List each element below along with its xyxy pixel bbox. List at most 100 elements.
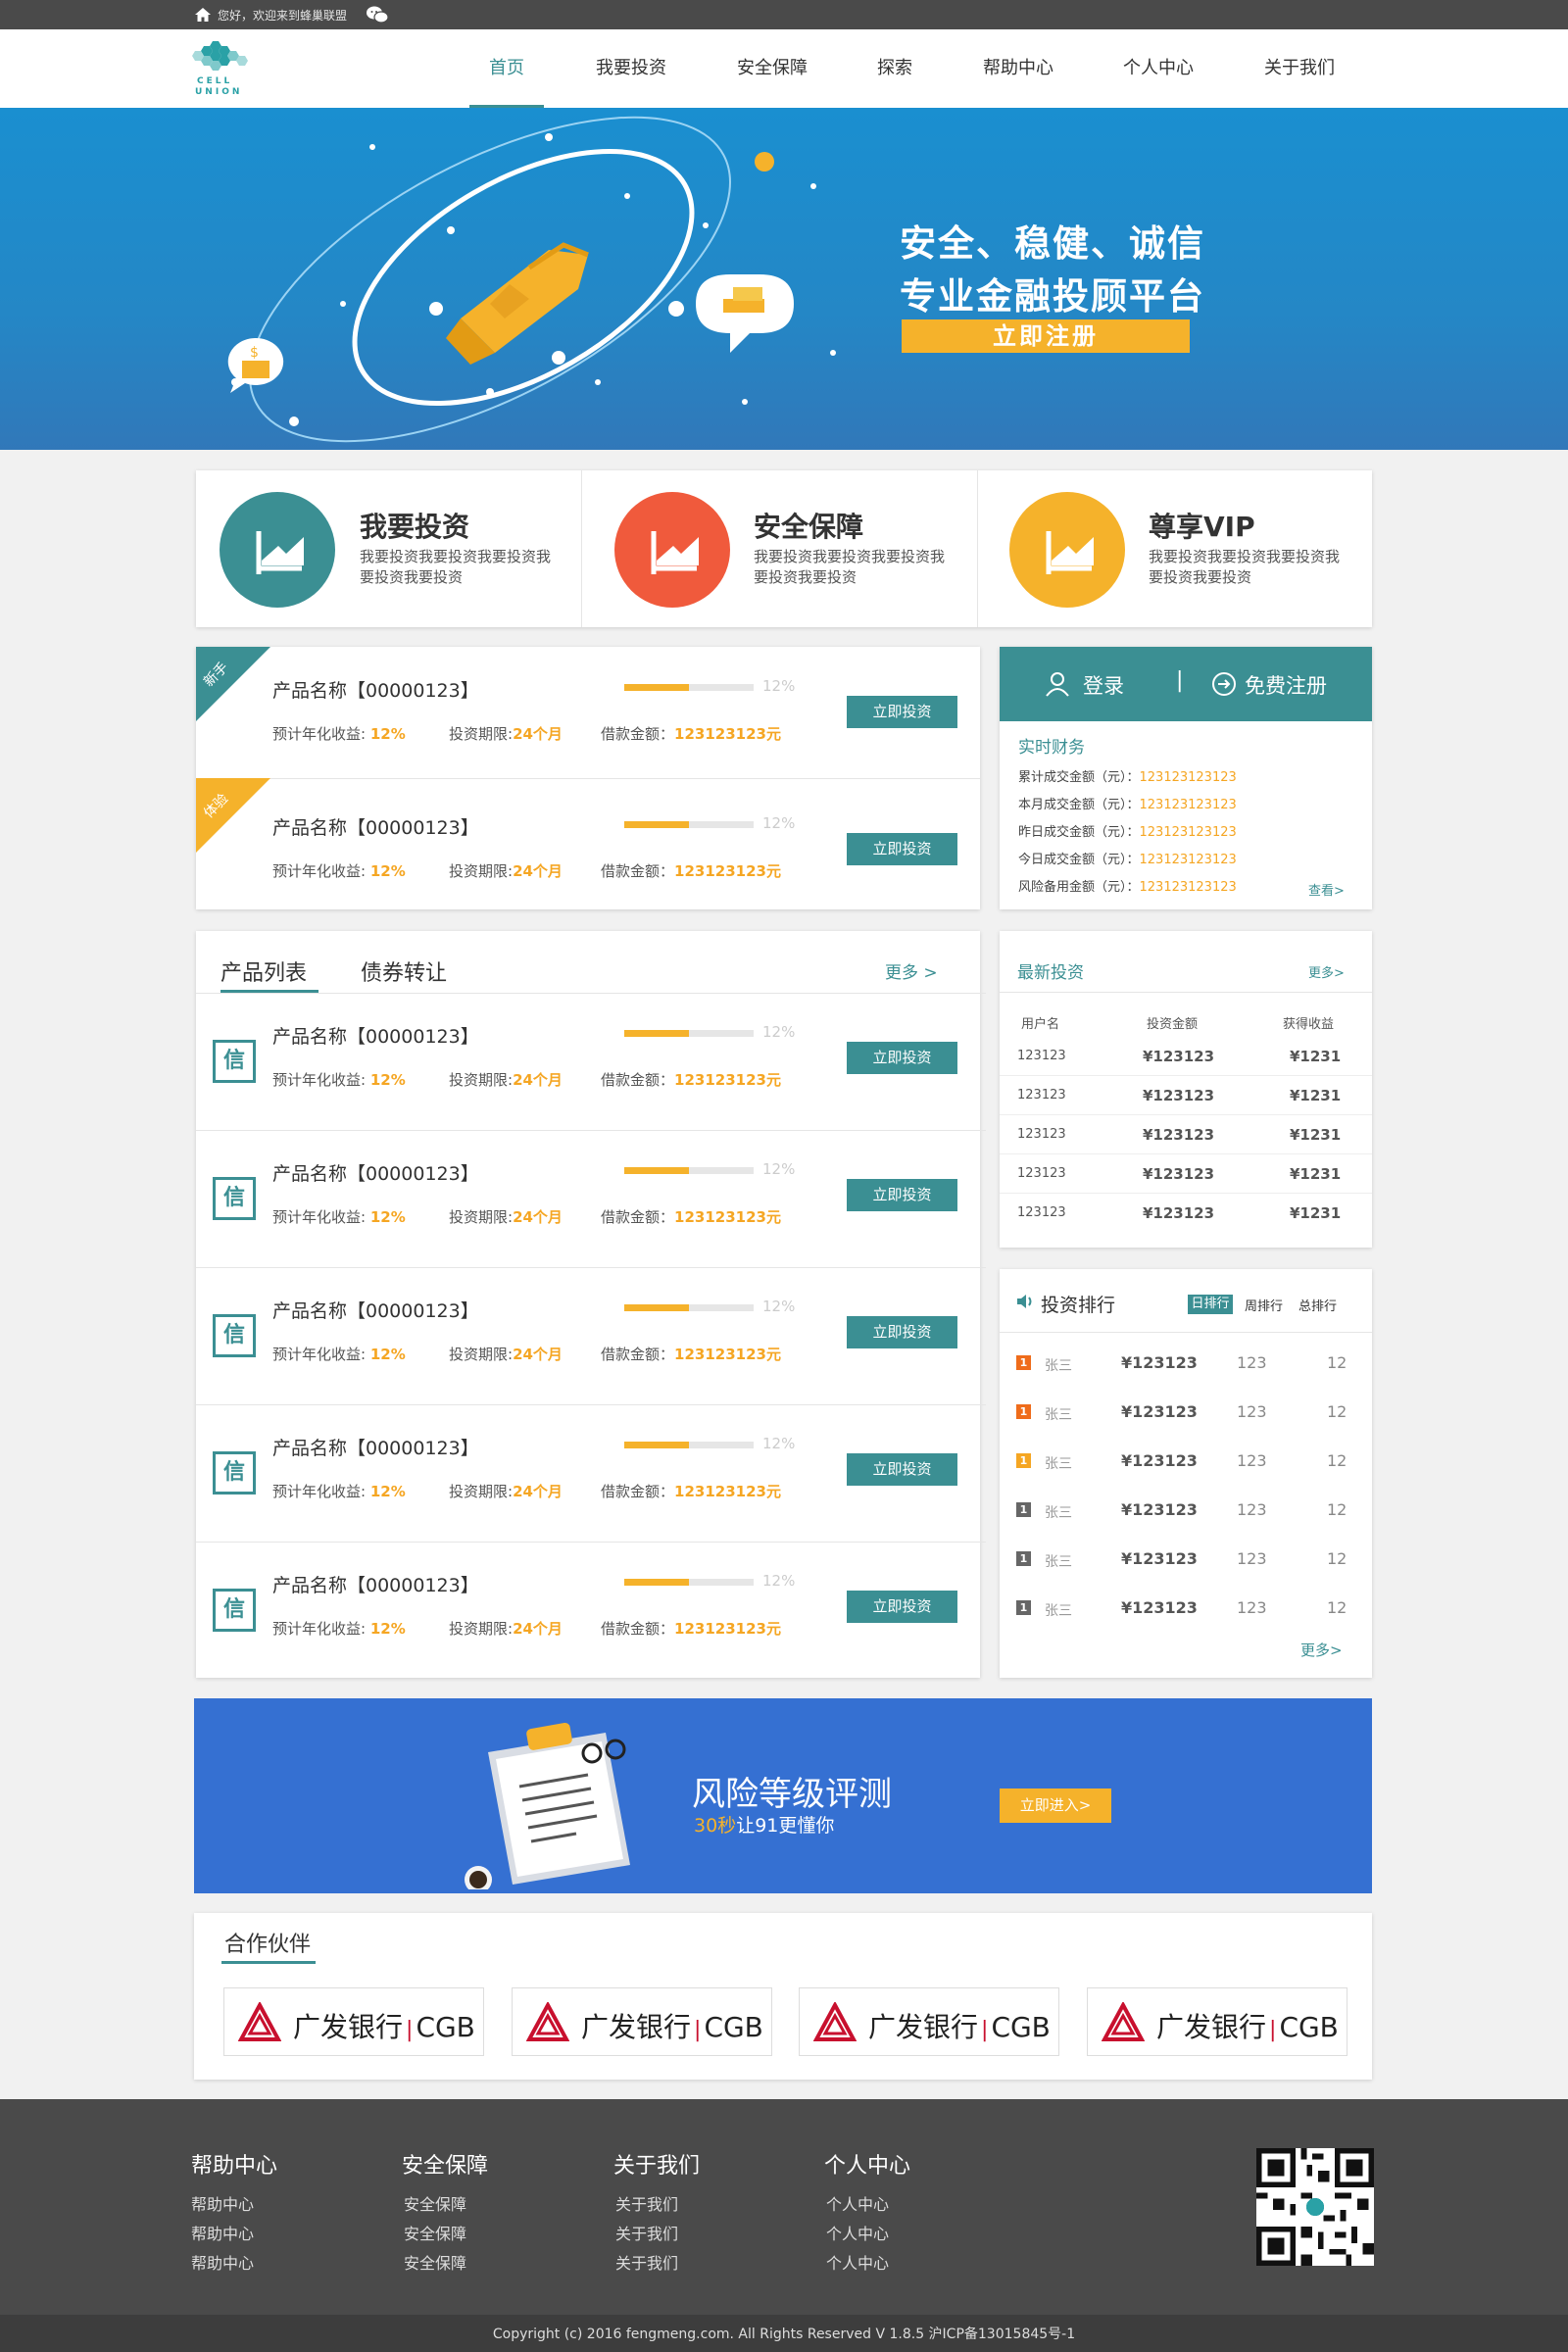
product-name[interactable]: 产品名称【00000123】 — [272, 676, 479, 703]
ranking-more-link[interactable]: 更多> — [1300, 1640, 1343, 1660]
footer-link[interactable]: 安全保障 — [404, 2250, 466, 2274]
featured-products: 新手 产品名称【00000123】 12% 预计年化收益: 12% 投资期限:2… — [196, 647, 980, 909]
partner-card[interactable]: 广发银行 | CGB — [223, 1987, 484, 2056]
logo[interactable]: CELL UNION — [191, 39, 250, 100]
footer-link[interactable]: 关于我们 — [615, 2191, 678, 2215]
latest-amount: ¥123123 — [1143, 1204, 1215, 1222]
svg-text:$: $ — [250, 345, 259, 361]
ranking-row: 1 张三 ¥123123 123 12 — [1000, 1536, 1372, 1585]
nav-about[interactable]: 关于我们 — [1256, 29, 1343, 108]
latest-earning: ¥1231 — [1290, 1048, 1342, 1065]
featured-item: 新手 产品名称【00000123】 12% 预计年化收益: 12% 投资期限:2… — [196, 647, 980, 778]
latest-more-link[interactable]: 更多> — [1308, 962, 1345, 981]
product-row: 信 产品名称【00000123】 12% 预计年化收益: 12% 投资期限:24… — [196, 1267, 986, 1405]
product-name[interactable]: 产品名称【00000123】 — [272, 1297, 479, 1323]
register-link[interactable]: 免费注册 — [1245, 670, 1327, 700]
term: 投资期限:24个月 — [449, 1620, 563, 1638]
enter-now-button[interactable]: 立即进入> — [1000, 1788, 1111, 1823]
product-name[interactable]: 产品名称【00000123】 — [272, 1434, 479, 1460]
partner-card[interactable]: 广发银行 | CGB — [799, 1987, 1059, 2056]
latest-title: 最新投资 — [1017, 963, 1084, 983]
invest-button[interactable]: 立即投资 — [847, 696, 957, 728]
tab-product-list[interactable]: 产品列表 — [220, 956, 307, 987]
speaker-icon — [1017, 1295, 1032, 1308]
footer-link[interactable]: 安全保障 — [404, 2221, 466, 2244]
latest-amount: ¥123123 — [1143, 1165, 1215, 1183]
footer-link[interactable]: 帮助中心 — [191, 2250, 254, 2274]
rank-badge: 1 — [1016, 1502, 1031, 1517]
annual-rate: 预计年化收益: 12% — [272, 725, 406, 743]
footer-link[interactable]: 个人中心 — [826, 2250, 889, 2274]
latest-user: 123123 — [1017, 1205, 1066, 1220]
partner-card[interactable]: 广发银行 | CGB — [1087, 1987, 1348, 2056]
rank-name: 张三 — [1045, 1603, 1072, 1619]
nav-home[interactable]: 首页 — [469, 29, 544, 108]
progress-bar — [624, 1304, 754, 1311]
product-name[interactable]: 产品名称【00000123】 — [272, 1571, 479, 1597]
rank-name: 张三 — [1045, 1407, 1072, 1423]
footer-link[interactable]: 安全保障 — [404, 2191, 466, 2215]
nav-help[interactable]: 帮助中心 — [975, 29, 1061, 108]
qr-code-icon[interactable] — [1256, 2148, 1374, 2266]
footer-link[interactable]: 帮助中心 — [191, 2191, 254, 2215]
footer-link[interactable]: 关于我们 — [615, 2221, 678, 2244]
view-more-link[interactable]: 查看> — [1308, 880, 1345, 899]
rank-value: 12 — [1327, 1549, 1348, 1568]
rank-name: 张三 — [1045, 1358, 1072, 1374]
feature-bar: 我要投资 我要投资我要投资我要投资我要投资我要投资 安全保障 我要投资我要投资我… — [196, 470, 1372, 627]
rank-count: 123 — [1237, 1353, 1267, 1372]
latest-investment-panel: 最新投资 更多> 用户名 投资金额 获得收益 123123 ¥123123 ¥1… — [1000, 931, 1372, 1248]
tab-bond-transfer[interactable]: 债券转让 — [361, 956, 447, 987]
realtime-label: 累计成交金额（元）： — [1018, 770, 1140, 785]
more-link[interactable]: 更多 > — [885, 958, 938, 983]
product-name[interactable]: 产品名称【00000123】 — [272, 813, 479, 840]
term: 投资期限:24个月 — [449, 1208, 563, 1226]
feature-invest[interactable]: 我要投资 我要投资我要投资我要投资我要投资我要投资 — [196, 470, 581, 627]
footer-link[interactable]: 个人中心 — [826, 2221, 889, 2244]
wechat-icon[interactable] — [366, 5, 389, 24]
nav-personal[interactable]: 个人中心 — [1115, 29, 1201, 108]
invest-button[interactable]: 立即投资 — [847, 1042, 957, 1074]
latest-row: 123123 ¥123123 ¥1231 — [1000, 1115, 1372, 1154]
realtime-row: 风险备用金额（元）：123123123123 — [1018, 876, 1237, 895]
tab-total[interactable]: 总排行 — [1298, 1296, 1337, 1314]
product-name[interactable]: 产品名称【00000123】 — [272, 1159, 479, 1186]
invest-button[interactable]: 立即投资 — [847, 1179, 957, 1211]
footer-heading: 安全保障 — [402, 2154, 489, 2179]
rank-badge: 1 — [1016, 1551, 1031, 1566]
invest-button[interactable]: 立即投资 — [847, 833, 957, 865]
progress-pct: 12% — [762, 1435, 796, 1452]
tab-weekly[interactable]: 周排行 — [1245, 1296, 1283, 1314]
product-row: 信 产品名称【00000123】 12% 预计年化收益: 12% 投资期限:24… — [196, 1542, 980, 1679]
product-name[interactable]: 产品名称【00000123】 — [272, 1022, 479, 1049]
partner-card[interactable]: 广发银行 | CGB — [512, 1987, 772, 2056]
rank-count: 123 — [1237, 1549, 1267, 1568]
login-link[interactable]: 登录 — [1083, 670, 1124, 700]
feature-security[interactable]: 安全保障 我要投资我要投资我要投资我要投资我要投资 — [582, 470, 977, 627]
realtime-title: 实时财务 — [1018, 738, 1085, 758]
footer-link[interactable]: 关于我们 — [615, 2250, 678, 2274]
term: 投资期限:24个月 — [449, 725, 563, 743]
tab-daily[interactable]: 日排行 — [1188, 1295, 1233, 1314]
realtime-row: 本月成交金额（元）：123123123123 — [1018, 794, 1237, 812]
invest-button[interactable]: 立即投资 — [847, 1316, 957, 1348]
rank-amount: ¥123123 — [1121, 1451, 1198, 1470]
bank-logo-icon — [813, 2002, 857, 2041]
latest-amount: ¥123123 — [1143, 1087, 1215, 1104]
copyright: Copyright (c) 2016 fengmeng.com. All Rig… — [492, 2327, 1076, 2342]
nav-explore[interactable]: 探索 — [870, 29, 919, 108]
footer-link[interactable]: 个人中心 — [826, 2191, 889, 2215]
register-now-button[interactable]: 立即注册 — [902, 319, 1190, 353]
nav-invest[interactable]: 我要投资 — [588, 29, 674, 108]
footer-link[interactable]: 帮助中心 — [191, 2221, 254, 2244]
home-icon[interactable] — [194, 7, 212, 23]
risk-title: 风险等级评测 — [692, 1775, 892, 1814]
realtime-row: 累计成交金额（元）：123123123123 — [1018, 766, 1237, 785]
ranking-title: 投资排行 — [1041, 1295, 1116, 1316]
invest-button[interactable]: 立即投资 — [847, 1453, 957, 1486]
latest-amount: ¥123123 — [1143, 1048, 1215, 1065]
invest-button[interactable]: 立即投资 — [847, 1591, 957, 1623]
feature-vip[interactable]: 尊享VIP 我要投资我要投资我要投资我要投资我要投资 — [978, 470, 1372, 627]
latest-user: 123123 — [1017, 1049, 1066, 1063]
nav-security[interactable]: 安全保障 — [729, 29, 815, 108]
